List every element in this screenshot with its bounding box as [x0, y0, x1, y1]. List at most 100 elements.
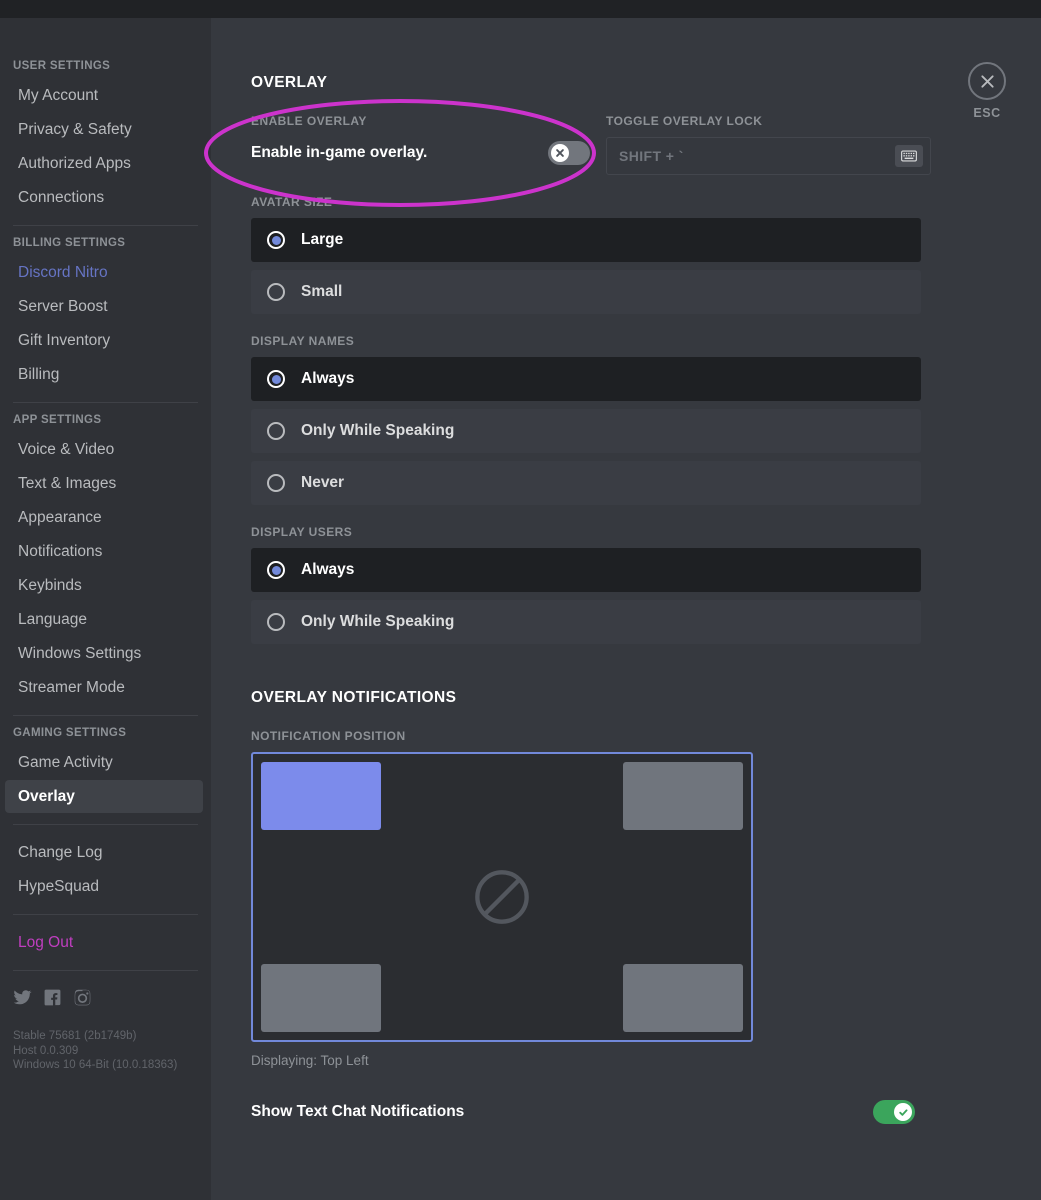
overlay-top-row: ENABLE OVERLAY Enable in-game overlay. T…: [251, 114, 1041, 175]
sidebar-divider: [13, 970, 198, 971]
sidebar-item-text-images[interactable]: Text & Images: [5, 467, 203, 500]
display-names-group: DISPLAY NAMES Always Only While Speaking N…: [251, 334, 1041, 505]
toggle-knob: [551, 144, 569, 162]
sidebar-item-discord-nitro[interactable]: Discord Nitro: [5, 256, 203, 289]
sidebar-item-connections[interactable]: Connections: [5, 181, 203, 214]
keybind-record-button[interactable]: [895, 145, 923, 167]
radio-label: Only While Speaking: [301, 613, 454, 631]
x-icon: [555, 148, 565, 158]
show-text-chat-label: Show Text Chat Notifications: [251, 1103, 464, 1121]
sidebar-item-gift-inventory[interactable]: Gift Inventory: [5, 324, 203, 357]
sidebar-item-billing[interactable]: Billing: [5, 358, 203, 391]
close-icon-circle: [968, 62, 1006, 100]
keyboard-icon: [901, 150, 917, 162]
avatar-size-option-small[interactable]: Small: [251, 270, 921, 314]
position-top-right[interactable]: [623, 762, 743, 830]
version-info: Stable 75681 (2b1749b) Host 0.0.309 Wind…: [0, 1007, 211, 1073]
sidebar-item-authorized-apps[interactable]: Authorized Apps: [5, 147, 203, 180]
radio-button: [267, 561, 285, 579]
version-line-1: Stable 75681 (2b1749b): [13, 1029, 201, 1044]
avatar-size-group: AVATAR SIZE Large Small: [251, 195, 1041, 314]
version-line-3: Windows 10 64-Bit (10.0.18363): [13, 1058, 201, 1073]
sidebar-item-streamer-mode[interactable]: Streamer Mode: [5, 671, 203, 704]
instagram-icon[interactable]: [73, 988, 92, 1007]
toggle-knob: [894, 1103, 912, 1121]
display-names-label: DISPLAY NAMES: [251, 334, 1041, 348]
radio-label: Always: [301, 561, 354, 579]
keybind-input[interactable]: SHIFT + `: [606, 137, 931, 175]
display-users-option-only-while-speaking[interactable]: Only While Speaking: [251, 600, 921, 644]
facebook-icon[interactable]: [43, 988, 62, 1007]
page-title: OVERLAY: [251, 74, 1041, 92]
radio-dot: [272, 618, 281, 627]
sidebar-divider: [13, 914, 198, 915]
discord-settings-window: USER SETTINGSMy AccountPrivacy & SafetyA…: [0, 0, 1041, 1200]
radio-button: [267, 231, 285, 249]
sidebar-divider: [13, 402, 198, 403]
avatar-size-label: AVATAR SIZE: [251, 195, 1041, 209]
position-bottom-right[interactable]: [623, 964, 743, 1032]
notification-position-label: NOTIFICATION POSITION: [251, 729, 1041, 743]
sidebar-item-my-account[interactable]: My Account: [5, 79, 203, 112]
sidebar-item-server-boost[interactable]: Server Boost: [5, 290, 203, 323]
radio-dot: [272, 236, 281, 245]
radio-button: [267, 613, 285, 631]
display-names-option-always[interactable]: Always: [251, 357, 921, 401]
position-top-left[interactable]: [261, 762, 381, 830]
enable-overlay-section: ENABLE OVERLAY Enable in-game overlay.: [251, 114, 596, 169]
sidebar-item-log-out[interactable]: Log Out: [5, 926, 203, 959]
radio-button: [267, 422, 285, 440]
enable-overlay-row: Enable in-game overlay.: [251, 137, 596, 169]
display-users-label: DISPLAY USERS: [251, 525, 1041, 539]
close-x-icon: [979, 73, 996, 90]
radio-label: Small: [301, 283, 342, 301]
sidebar-heading: GAMING SETTINGS: [0, 727, 211, 745]
sidebar-item-keybinds[interactable]: Keybinds: [5, 569, 203, 602]
sidebar-item-language[interactable]: Language: [5, 603, 203, 636]
toggle-overlay-lock-section: TOGGLE OVERLAY LOCK SHIFT + `: [606, 114, 931, 175]
sidebar-item-appearance[interactable]: Appearance: [5, 501, 203, 534]
window-titlebar: [0, 0, 1041, 18]
sidebar-item-windows-settings[interactable]: Windows Settings: [5, 637, 203, 670]
enable-overlay-toggle[interactable]: [548, 141, 590, 165]
sidebar-item-privacy-safety[interactable]: Privacy & Safety: [5, 113, 203, 146]
radio-label: Only While Speaking: [301, 422, 454, 440]
version-line-2: Host 0.0.309: [13, 1044, 201, 1059]
show-text-chat-toggle[interactable]: [873, 1100, 915, 1124]
radio-dot: [272, 566, 281, 575]
esc-label: ESC: [957, 106, 1017, 120]
sidebar-item-notifications[interactable]: Notifications: [5, 535, 203, 568]
displaying-status: Displaying: Top Left: [251, 1053, 1041, 1068]
position-bottom-left[interactable]: [261, 964, 381, 1032]
social-links: [0, 982, 211, 1007]
settings-sidebar: USER SETTINGSMy AccountPrivacy & SafetyA…: [0, 18, 211, 1200]
avatar-size-option-large[interactable]: Large: [251, 218, 921, 262]
radio-dot: [272, 427, 281, 436]
sidebar-item-overlay[interactable]: Overlay: [5, 780, 203, 813]
radio-button: [267, 370, 285, 388]
enable-overlay-text: Enable in-game overlay.: [251, 144, 427, 162]
sidebar-divider: [13, 824, 198, 825]
display-names-option-never[interactable]: Never: [251, 461, 921, 505]
sidebar-heading: APP SETTINGS: [0, 414, 211, 432]
display-users-group: DISPLAY USERS Always Only While Speaking: [251, 525, 1041, 644]
radio-label: Never: [301, 474, 344, 492]
sidebar-item-change-log[interactable]: Change Log: [5, 836, 203, 869]
show-text-chat-row: Show Text Chat Notifications: [251, 1100, 921, 1124]
display-users-option-always[interactable]: Always: [251, 548, 921, 592]
sidebar-item-voice-video[interactable]: Voice & Video: [5, 433, 203, 466]
no-symbol-icon[interactable]: [473, 868, 531, 926]
radio-label: Large: [301, 231, 343, 249]
close-settings-button[interactable]: ESC: [957, 62, 1017, 120]
enable-overlay-label: ENABLE OVERLAY: [251, 114, 596, 128]
notification-position-picker[interactable]: [251, 752, 753, 1042]
sidebar-item-game-activity[interactable]: Game Activity: [5, 746, 203, 779]
display-names-option-only-while-speaking[interactable]: Only While Speaking: [251, 409, 921, 453]
twitter-icon[interactable]: [13, 988, 32, 1007]
radio-dot: [272, 479, 281, 488]
overlay-notifications-title: OVERLAY NOTIFICATIONS: [251, 689, 1041, 707]
sidebar-item-hypesquad[interactable]: HypeSquad: [5, 870, 203, 903]
sidebar-divider: [13, 715, 198, 716]
radio-button: [267, 283, 285, 301]
sidebar-heading: USER SETTINGS: [0, 60, 211, 78]
